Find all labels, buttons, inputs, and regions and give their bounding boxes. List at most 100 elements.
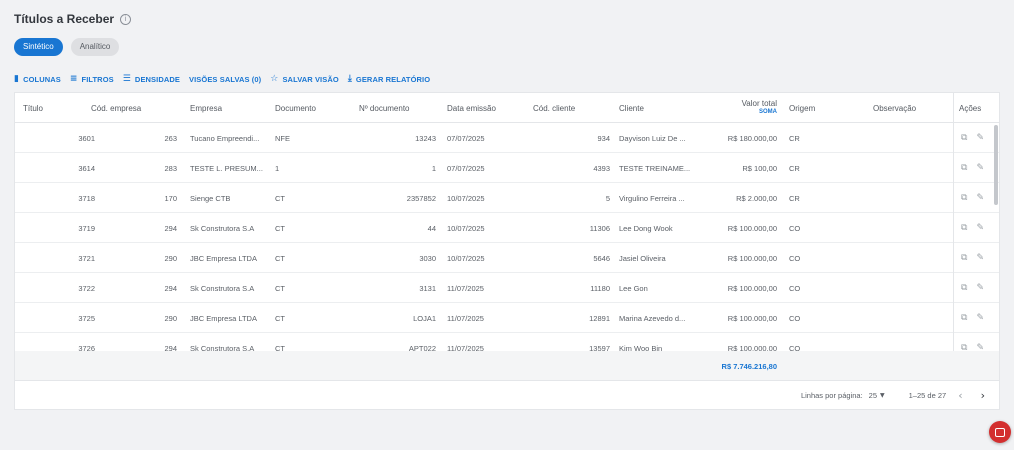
cell-documento: CT	[275, 313, 285, 323]
column-header-empresa[interactable]: Empresa	[190, 93, 270, 123]
table-row[interactable]: 3601 263 Tucano Empreendi... NFE 13243 07/07/…	[15, 123, 999, 153]
row-actions: ⧉ ✎	[961, 123, 997, 153]
cell-data-emissao: 07/07/2025	[447, 163, 485, 173]
valor-total-label: Valor total	[741, 99, 777, 108]
cell-observacao	[873, 273, 943, 303]
column-header-valor-total[interactable]: Valor total SOMA	[705, 93, 777, 123]
copy-icon[interactable]: ⧉	[961, 283, 967, 293]
edit-pencil-icon[interactable]: ✎	[976, 133, 984, 143]
table-row[interactable]: 3725 290 JBC Empresa LTDA CT LOJA1 11/07/2025…	[15, 303, 999, 333]
filters-label: FILTROS	[81, 74, 114, 84]
column-header-origem[interactable]: Origem	[789, 93, 849, 123]
cell-cod-cliente: 4393	[593, 163, 610, 173]
page-header: Títulos a Receber i	[14, 12, 132, 26]
edit-pencil-icon[interactable]: ✎	[976, 163, 984, 173]
column-header-data-emissao[interactable]: Data emissão	[447, 93, 517, 123]
generate-report-button[interactable]: ⤓ GERAR RELATÓRIO	[348, 74, 430, 84]
saved-views-button[interactable]: VISÕES SALVAS (0)	[189, 75, 261, 84]
cell-cliente: Jasiel Oliveira	[619, 253, 666, 263]
cell-observacao	[873, 243, 943, 273]
cell-empresa: TESTE L. PRESUM...	[190, 163, 263, 173]
cell-origem: CO	[789, 283, 801, 293]
chat-button[interactable]	[989, 421, 1011, 443]
copy-icon[interactable]: ⧉	[961, 163, 967, 173]
row-actions: ⧉ ✎	[961, 273, 997, 303]
row-actions: ⧉ ✎	[961, 243, 997, 273]
cell-data-emissao: 10/07/2025	[447, 223, 485, 233]
grid-toolbar: ▮ COLUNAS ≡ FILTROS ☰ DENSIDADE VISÕES S…	[14, 72, 430, 86]
edit-pencil-icon[interactable]: ✎	[976, 223, 984, 233]
columns-button[interactable]: ▮ COLUNAS	[14, 74, 61, 84]
cell-titulo: 3719	[78, 223, 95, 233]
totals-row: R$ 7.746.216,80	[15, 351, 999, 381]
edit-pencil-icon[interactable]: ✎	[976, 313, 984, 323]
column-header-observacao[interactable]: Observação	[873, 93, 943, 123]
cell-cliente: Lee Dong Wook	[619, 223, 673, 233]
edit-pencil-icon[interactable]: ✎	[976, 283, 984, 293]
column-header-documento[interactable]: Documento	[275, 93, 345, 123]
cell-documento: CT	[275, 253, 285, 263]
view-toggle: Sintético Analítico	[14, 38, 120, 56]
save-view-button[interactable]: ☆ SALVAR VISÃO	[270, 74, 339, 84]
cell-cod-empresa: 294	[164, 283, 177, 293]
column-header-n-documento[interactable]: Nº documento	[359, 93, 439, 123]
cell-titulo: 3614	[78, 163, 95, 173]
cell-n-documento: 2357852	[406, 193, 436, 203]
table-row[interactable]: 3719 294 Sk Construtora S.A CT 44 10/07/2025 1…	[15, 213, 999, 243]
edit-pencil-icon[interactable]: ✎	[976, 193, 984, 203]
cell-cod-cliente: 934	[597, 133, 610, 143]
table-row[interactable]: 3722 294 Sk Construtora S.A CT 3131 11/07/202…	[15, 273, 999, 303]
density-label: DENSIDADE	[134, 74, 180, 84]
column-header-cod-cliente[interactable]: Cód. cliente	[533, 93, 613, 123]
filters-button[interactable]: ≡ FILTROS	[70, 74, 114, 84]
cell-n-documento: 44	[427, 223, 436, 233]
vertical-scrollbar[interactable]	[994, 125, 998, 205]
density-icon: ☰	[122, 74, 131, 84]
filter-icon: ≡	[69, 74, 78, 84]
cell-valor-total: R$ 180.000,00	[727, 133, 777, 143]
cell-cod-empresa: 290	[164, 313, 177, 323]
info-icon[interactable]: i	[120, 13, 132, 25]
edit-pencil-icon[interactable]: ✎	[976, 253, 984, 263]
star-icon: ☆	[270, 74, 279, 84]
next-page-button[interactable]: ›	[975, 389, 991, 402]
cell-data-emissao: 10/07/2025	[447, 253, 485, 263]
analitico-tab[interactable]: Analítico	[70, 38, 120, 56]
copy-icon[interactable]: ⧉	[961, 133, 967, 143]
column-header-cod-empresa[interactable]: Cód. empresa	[75, 93, 165, 123]
cell-titulo: 3721	[78, 253, 95, 263]
saved-views-label: VISÕES SALVAS (0)	[189, 74, 262, 84]
copy-icon[interactable]: ⧉	[961, 193, 967, 203]
cell-n-documento: 13243	[415, 133, 436, 143]
cell-empresa: Sk Construtora S.A	[190, 283, 255, 293]
row-actions: ⧉ ✎	[961, 153, 997, 183]
cell-titulo: 3718	[78, 193, 95, 203]
table-row[interactable]: 3614 283 TESTE L. PRESUM... 1 1 07/07/2025 439…	[15, 153, 999, 183]
cell-valor-total: R$ 100.000,00	[727, 223, 777, 233]
table-row[interactable]: 3721 290 JBC Empresa LTDA CT 3030 10/07/2025 5…	[15, 243, 999, 273]
copy-icon[interactable]: ⧉	[961, 313, 967, 323]
row-actions: ⧉ ✎	[961, 183, 997, 213]
cell-observacao	[873, 183, 943, 213]
cell-n-documento: 3131	[419, 283, 436, 293]
copy-icon[interactable]: ⧉	[961, 253, 967, 263]
pagination-range: 1–25 de 27	[908, 390, 947, 400]
sintetico-tab[interactable]: Sintético	[14, 38, 63, 56]
cell-cod-cliente: 11306	[589, 223, 610, 233]
table-row[interactable]: 3718 170 Sienge CTB CT 2357852 10/07/2025 5 Vir…	[15, 183, 999, 213]
actions-column-divider	[953, 93, 954, 380]
cell-origem: CO	[789, 223, 801, 233]
column-header-cliente[interactable]: Cliente	[619, 93, 699, 123]
previous-page-button[interactable]: ‹	[952, 389, 968, 402]
cell-cod-empresa: 170	[164, 193, 177, 203]
density-button[interactable]: ☰ DENSIDADE	[123, 74, 180, 84]
column-header-titulo[interactable]: Título	[23, 93, 73, 123]
download-icon: ⤓	[347, 74, 352, 84]
rows-per-page-select[interactable]: 25 ▼	[869, 391, 885, 400]
cell-cliente: Virgulino Ferreira ...	[619, 193, 685, 203]
cell-cod-empresa: 283	[164, 163, 177, 173]
copy-icon[interactable]: ⧉	[961, 223, 967, 233]
cell-valor-total: R$ 100.000,00	[727, 253, 777, 263]
cell-titulo: 3725	[78, 313, 95, 323]
data-grid: Título Cód. empresa Empresa Documento Nº…	[14, 92, 1000, 410]
